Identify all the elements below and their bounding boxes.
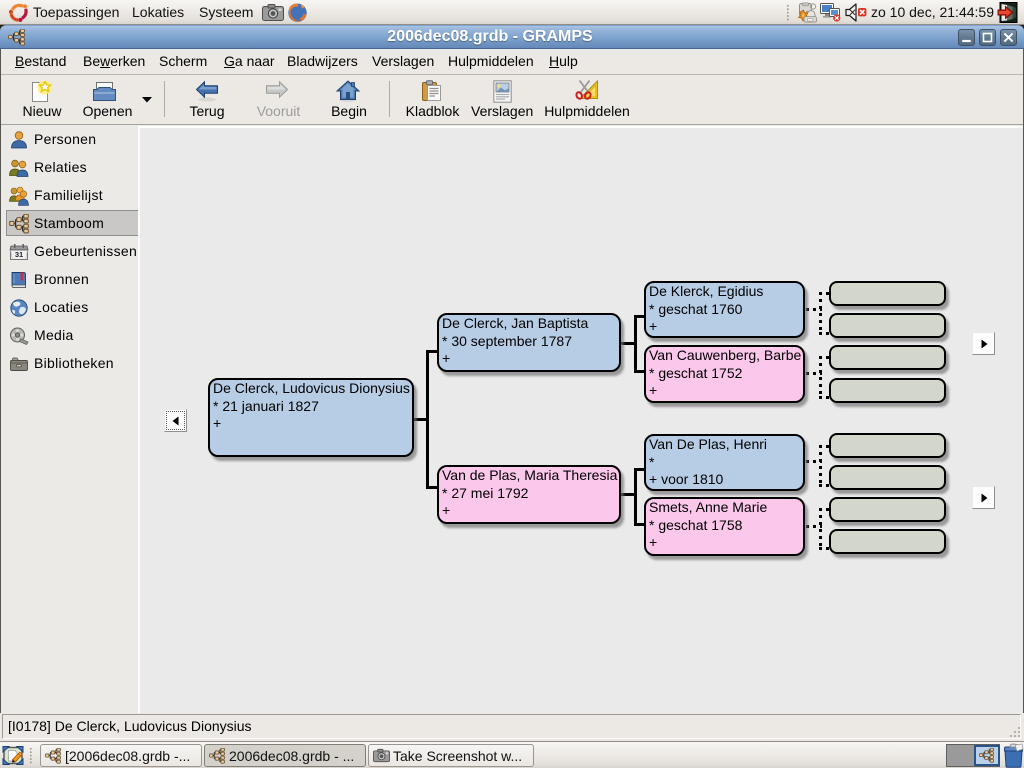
svg-text:31: 31 <box>15 250 23 259</box>
